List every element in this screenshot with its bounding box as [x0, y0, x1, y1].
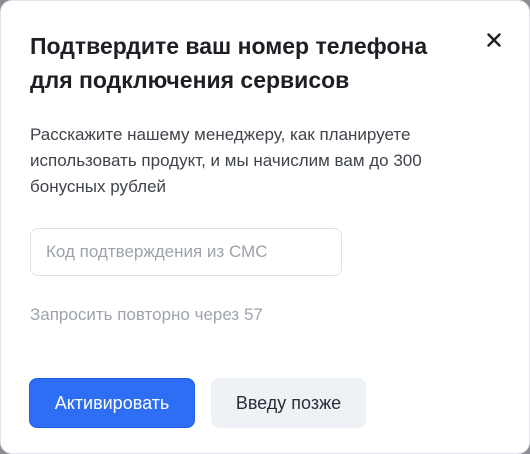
- resend-countdown: Запросить повторно через 57: [30, 305, 263, 324]
- activate-button[interactable]: Активировать: [29, 378, 195, 428]
- dialog-title: Подтвердите ваш номер телефона для подкл…: [30, 33, 428, 93]
- sms-code-input[interactable]: [30, 228, 342, 276]
- enter-later-button[interactable]: Введу позже: [211, 378, 366, 428]
- close-icon: [487, 33, 501, 47]
- close-button[interactable]: [481, 27, 507, 53]
- dialog-description: Расскажите нашему менеджеру, как планиру…: [30, 125, 422, 196]
- phone-verification-dialog: Подтвердите ваш номер телефона для подкл…: [0, 0, 530, 454]
